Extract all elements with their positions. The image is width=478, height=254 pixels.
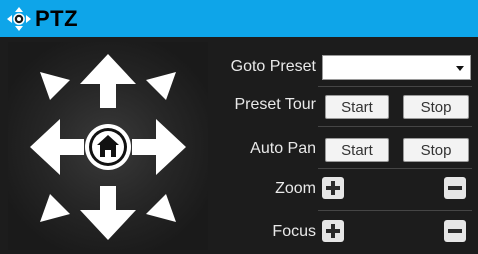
arrow-down-right-icon[interactable] — [146, 194, 176, 222]
arrow-down-icon[interactable] — [80, 186, 136, 240]
arrow-up-icon[interactable] — [80, 54, 136, 108]
focus-far-button[interactable] — [444, 220, 466, 242]
ptz-panel: PTZ Goto Preset Preset Tour Start Stop A… — [0, 0, 478, 254]
panel-title: PTZ — [35, 5, 79, 31]
preset-tour-label: Preset Tour — [234, 96, 316, 113]
focus-near-button[interactable] — [322, 220, 344, 242]
arrow-right-icon[interactable] — [132, 119, 186, 175]
arrow-up-right-icon[interactable] — [146, 72, 176, 100]
title-bar: PTZ — [0, 0, 478, 37]
home-icon[interactable] — [85, 124, 131, 170]
focus-label: Focus — [272, 223, 316, 240]
preset-tour-start-button[interactable]: Start — [325, 95, 389, 119]
auto-pan-stop-button[interactable]: Stop — [403, 138, 469, 162]
divider — [318, 86, 472, 87]
auto-pan-start-button[interactable]: Start — [325, 138, 389, 162]
arrow-left-icon[interactable] — [30, 119, 84, 175]
goto-preset-select[interactable] — [322, 55, 471, 80]
arrow-up-left-icon[interactable] — [40, 72, 70, 100]
divider — [318, 126, 472, 127]
direction-pad — [8, 42, 208, 250]
goto-preset-label: Goto Preset — [230, 58, 316, 75]
preset-tour-stop-button[interactable]: Stop — [403, 95, 469, 119]
zoom-label: Zoom — [275, 180, 316, 197]
zoom-out-button[interactable] — [444, 177, 466, 199]
move-arrows-icon — [7, 6, 31, 31]
zoom-in-button[interactable] — [322, 177, 344, 199]
auto-pan-label: Auto Pan — [250, 140, 316, 157]
divider — [318, 210, 472, 211]
chevron-down-icon — [456, 66, 464, 71]
arrow-down-left-icon[interactable] — [40, 194, 70, 222]
divider — [318, 168, 472, 169]
